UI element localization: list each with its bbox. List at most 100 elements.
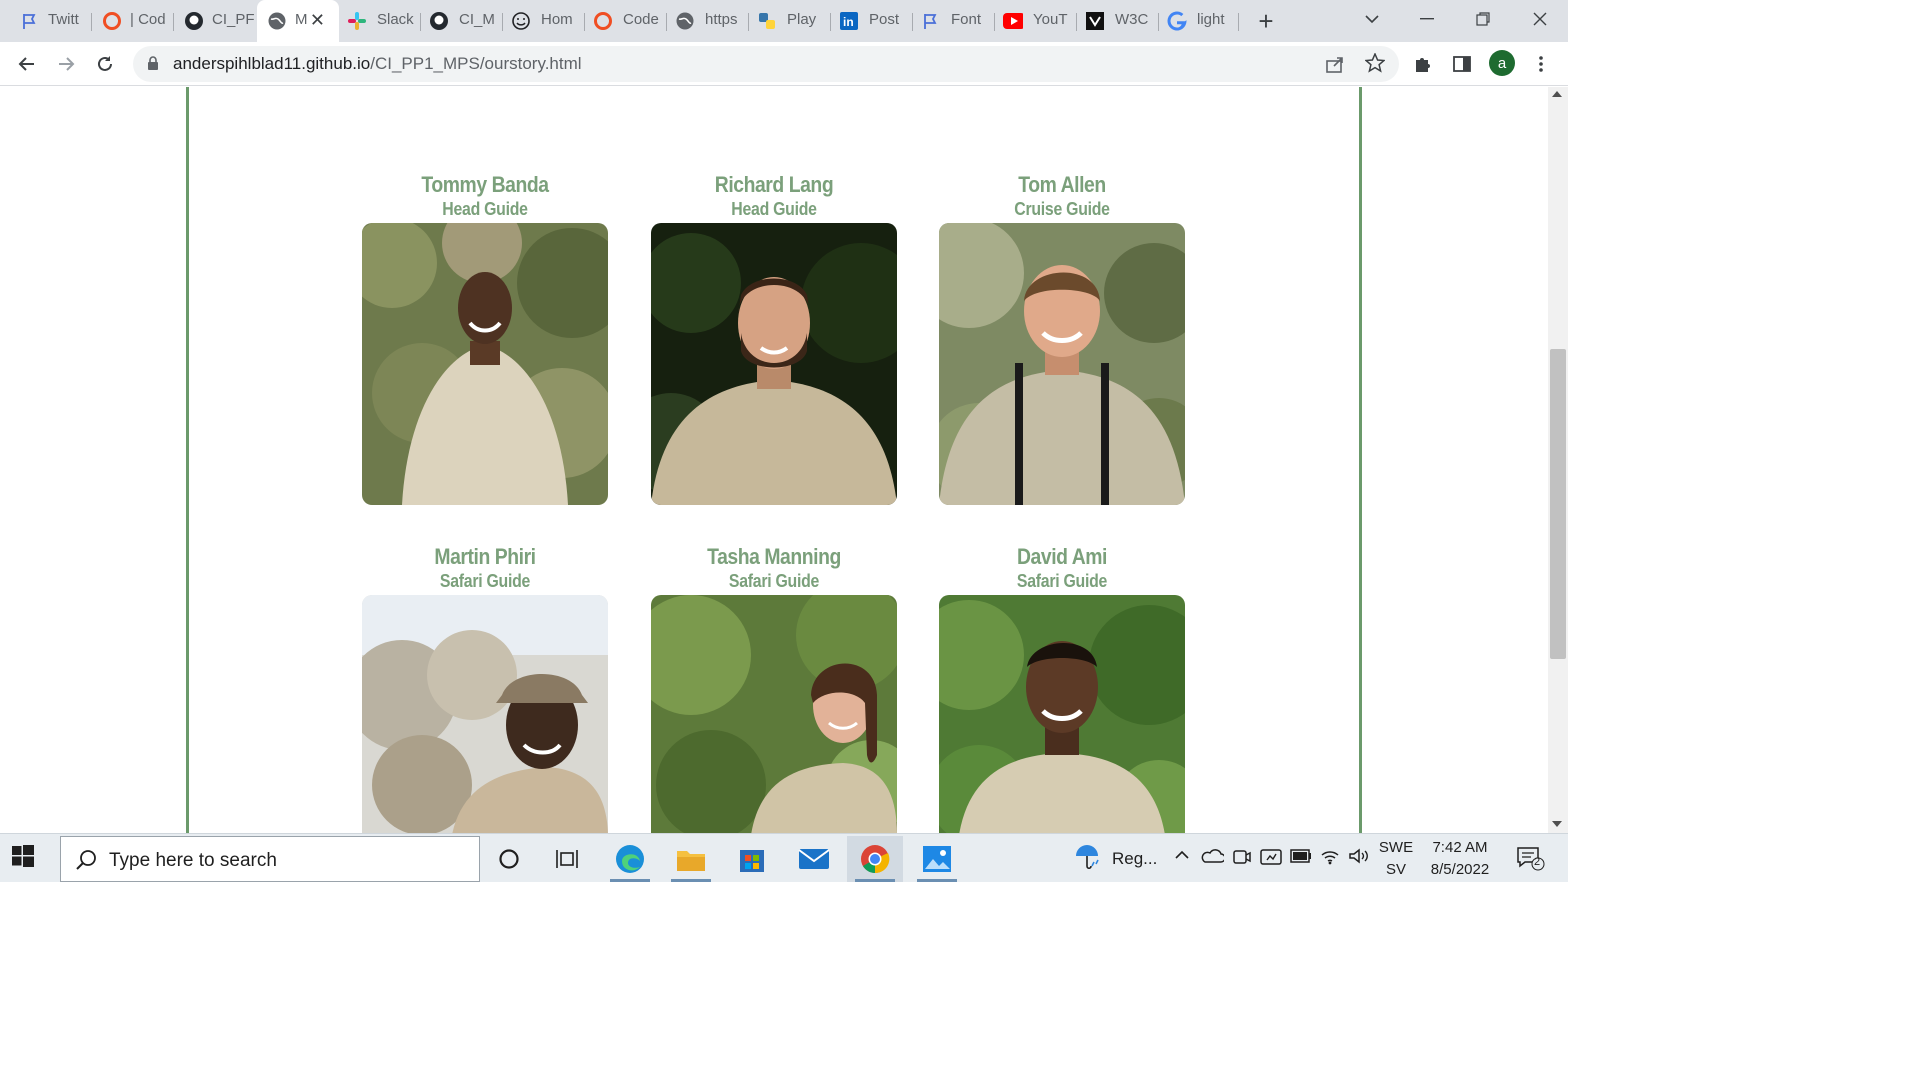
- tab-github-cipf[interactable]: CI_PF: [174, 6, 256, 36]
- tab-label: Code: [623, 11, 659, 28]
- scroll-up-arrow-icon[interactable]: [1552, 91, 1562, 97]
- flag-icon: [921, 11, 941, 31]
- guide-photo: [362, 595, 608, 833]
- scroll-down-arrow-icon[interactable]: [1552, 821, 1562, 827]
- chrome-icon[interactable]: [847, 836, 903, 882]
- tab-search-chevron-icon[interactable]: [1352, 4, 1392, 34]
- weather-label[interactable]: Reg...: [1112, 849, 1157, 869]
- tab-linkedin[interactable]: in Post: [831, 6, 913, 36]
- extensions-puzzle-icon[interactable]: [1408, 49, 1438, 79]
- input-language-indicator[interactable]: SWE SV: [1378, 837, 1414, 881]
- tab-label: https: [705, 11, 738, 28]
- minimize-button[interactable]: [1407, 4, 1447, 34]
- tab-youtube[interactable]: YouT: [995, 6, 1077, 36]
- photos-icon[interactable]: [909, 836, 965, 882]
- guide-name: Tom Allen: [1018, 172, 1106, 197]
- youtube-icon: [1003, 11, 1023, 31]
- taskbar-search-box[interactable]: Type here to search: [60, 836, 480, 882]
- back-button[interactable]: [12, 49, 42, 79]
- guide-name: Richard Lang: [714, 172, 834, 197]
- tab-github-cim[interactable]: CI_M: [421, 6, 503, 36]
- lock-icon: [147, 56, 159, 76]
- close-window-button[interactable]: [1520, 4, 1560, 34]
- restore-button[interactable]: [1463, 4, 1503, 34]
- bookmark-star-icon[interactable]: [1364, 52, 1386, 78]
- tab-label: CI_M: [459, 11, 495, 28]
- task-view-icon[interactable]: [540, 836, 596, 882]
- profile-avatar[interactable]: a: [1489, 50, 1515, 76]
- mail-icon[interactable]: [786, 836, 842, 882]
- tab-w3c[interactable]: W3C: [1077, 6, 1159, 36]
- circle-red-icon: [593, 11, 613, 31]
- page-scrollbar[interactable]: [1548, 87, 1568, 833]
- microsoft-store-icon[interactable]: [724, 836, 780, 882]
- tab-label: CI_PF: [212, 11, 255, 28]
- tray-overflow-chevron-icon[interactable]: [1174, 847, 1190, 867]
- taskbar-clock[interactable]: 7:42 AM 8/5/2022: [1424, 837, 1496, 881]
- guide-photo: [651, 595, 897, 833]
- tab-active[interactable]: M ✕: [257, 0, 339, 42]
- onedrive-cloud-icon[interactable]: [1200, 848, 1226, 868]
- battery-icon[interactable]: [1290, 849, 1312, 867]
- tab-label: | Cod: [130, 11, 166, 28]
- url-text: anderspihlblad11.github.io/CI_PP1_MPS/ou…: [173, 54, 582, 74]
- cortana-icon[interactable]: [481, 836, 537, 882]
- forward-button[interactable]: [51, 49, 81, 79]
- guide-photo: [362, 223, 608, 505]
- tab-google[interactable]: light: [1159, 6, 1239, 36]
- volume-icon[interactable]: [1348, 847, 1370, 869]
- tab-strip: Twitt | Cod CI_PF M ✕ Slack CI_M Hom Cod…: [0, 0, 1568, 42]
- weather-icon[interactable]: [1072, 842, 1102, 876]
- guide-name: Tommy Banda: [421, 172, 549, 197]
- tab-https[interactable]: https: [667, 6, 749, 36]
- tab-slack[interactable]: Slack: [339, 6, 421, 36]
- tab-codewars[interactable]: | Cod: [92, 6, 174, 36]
- guide-role: Safari Guide: [439, 571, 531, 591]
- tab-twitter[interactable]: Twitt: [0, 6, 92, 36]
- tab-label: Twitt: [48, 11, 79, 28]
- google-icon: [1167, 11, 1187, 31]
- file-explorer-icon[interactable]: [663, 836, 719, 882]
- guide-role: Safari Guide: [1016, 571, 1108, 591]
- edge-icon[interactable]: [602, 836, 658, 882]
- guide-name: Tasha Manning: [707, 544, 841, 569]
- guide-name: David Ami: [1016, 544, 1108, 569]
- page-viewport: Tommy Banda Head Guide Richard Lang Head…: [0, 87, 1548, 833]
- guide-photo: [651, 223, 897, 505]
- side-panel-icon[interactable]: [1447, 49, 1477, 79]
- guide-photo: [939, 223, 1185, 505]
- tab-code[interactable]: Code: [585, 6, 667, 36]
- guide-card: David Ami Safari Guide: [939, 544, 1185, 833]
- page-frame-right-border: [1359, 87, 1362, 833]
- screen-capture-icon[interactable]: [1260, 847, 1282, 871]
- guide-card: Richard Lang Head Guide: [651, 172, 897, 505]
- menu-kebab-icon[interactable]: [1526, 49, 1556, 79]
- guide-role: Head Guide: [442, 199, 528, 219]
- tab-label: light: [1197, 11, 1225, 28]
- tab-label: M: [295, 11, 308, 28]
- wifi-icon[interactable]: [1320, 847, 1340, 869]
- tab-home[interactable]: Hom: [503, 6, 585, 36]
- share-icon[interactable]: [1325, 54, 1345, 79]
- windows-start-icon[interactable]: [12, 845, 40, 873]
- guide-name: Martin Phiri: [434, 544, 536, 569]
- tab-label: Play: [787, 11, 817, 28]
- notification-center-icon[interactable]: 2: [1516, 846, 1546, 876]
- guide-card: Martin Phiri Safari Guide: [362, 544, 608, 833]
- notification-count-badge: 2: [1534, 856, 1541, 868]
- tab-label: Slack: [377, 11, 414, 28]
- close-tab-icon[interactable]: ✕: [310, 10, 325, 31]
- new-tab-button[interactable]: +: [1252, 6, 1280, 36]
- address-bar[interactable]: anderspihlblad11.github.io/CI_PP1_MPS/ou…: [133, 46, 1399, 82]
- tab-font[interactable]: Font: [913, 6, 995, 36]
- tab-label: W3C: [1115, 11, 1149, 28]
- github-icon: [429, 11, 449, 31]
- tab-python[interactable]: Play: [749, 6, 831, 36]
- github-icon: [184, 11, 204, 31]
- search-icon: [75, 849, 97, 876]
- reload-button[interactable]: [90, 49, 120, 79]
- tab-label: YouT: [1033, 11, 1068, 28]
- linkedin-icon: in: [839, 11, 859, 31]
- scroll-thumb[interactable]: [1550, 349, 1566, 659]
- meet-now-icon[interactable]: [1232, 847, 1252, 871]
